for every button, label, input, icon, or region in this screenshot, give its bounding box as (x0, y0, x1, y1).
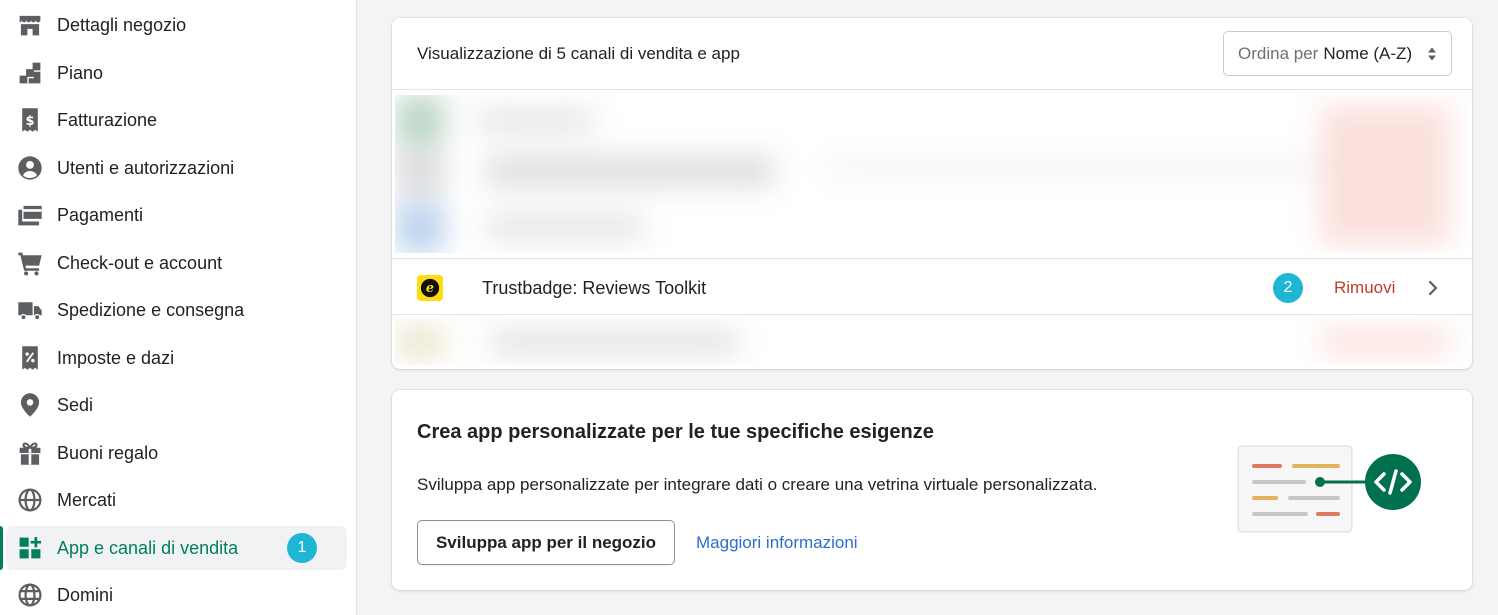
payments-icon (16, 201, 44, 229)
sidebar-item-shipping[interactable]: Spedizione e consegna (6, 288, 347, 332)
develop-apps-button[interactable]: Sviluppa app per il negozio (417, 520, 675, 565)
card-description: Sviluppa app personalizzate per integrar… (417, 475, 1098, 494)
sidebar-item-plan[interactable]: Piano (6, 51, 347, 95)
custom-apps-card: Crea app personalizzate per le tue speci… (392, 390, 1472, 590)
sidebar-item-label: Domini (57, 584, 114, 605)
sidebar-item-label: Piano (57, 62, 104, 83)
sidebar-item-store-details[interactable]: Dettagli negozio (6, 3, 347, 47)
chevron-right-icon[interactable] (1426, 279, 1440, 297)
settings-sidebar: Dettagli negozio Piano $ Fatturazione Ut… (0, 0, 357, 615)
cart-icon (16, 249, 44, 277)
sidebar-item-label: Spedizione e consegna (57, 299, 245, 320)
code-illustration-icon (1237, 445, 1421, 533)
sidebar-item-checkout[interactable]: Check-out e account (6, 241, 347, 285)
remove-app-link[interactable]: Rimuovi (1334, 278, 1395, 298)
plan-icon (16, 59, 44, 87)
learn-more-link[interactable]: Maggiori informazioni (696, 533, 858, 553)
app-name: Trustbadge: Reviews Toolkit (482, 278, 707, 298)
annotation-badge: 1 (287, 533, 317, 563)
user-icon (16, 154, 44, 182)
location-icon (16, 391, 44, 419)
svg-text:e: e (426, 281, 434, 296)
sort-value: Nome (A-Z) (1323, 43, 1413, 63)
sidebar-item-payments[interactable]: Pagamenti (6, 193, 347, 237)
sidebar-item-gift-cards[interactable]: Buoni regalo (6, 431, 347, 475)
annotation-badge: 2 (1273, 273, 1303, 303)
billing-icon: $ (16, 106, 44, 134)
sidebar-item-label: Sedi (57, 394, 94, 415)
sidebar-item-label: Imposte e dazi (57, 347, 175, 368)
sidebar-item-apps[interactable]: App e canali di vendita 1 (0, 526, 347, 570)
apps-icon (16, 534, 44, 562)
sidebar-item-label: Pagamenti (57, 204, 144, 225)
store-icon (16, 11, 44, 39)
card-header: Visualizzazione di 5 canali di vendita e… (392, 18, 1472, 90)
sidebar-item-label: App e canali di vendita (57, 537, 239, 558)
sales-channels-card: Visualizzazione di 5 canali di vendita e… (392, 18, 1472, 369)
gift-icon (16, 439, 44, 467)
sidebar-item-label: Buoni regalo (57, 442, 159, 463)
sidebar-item-label: Utenti e autorizzazioni (57, 157, 235, 178)
sidebar-item-label: Mercati (57, 489, 117, 510)
globe-icon (16, 486, 44, 514)
sidebar-item-billing[interactable]: $ Fatturazione (6, 98, 347, 142)
trustbadge-logo-icon: e (417, 275, 443, 301)
blurred-app-row (395, 319, 1469, 365)
sort-label: Ordina per (1238, 43, 1319, 63)
sidebar-item-domains[interactable]: Domini (6, 573, 347, 615)
svg-text:$: $ (25, 114, 34, 129)
sidebar-item-label: Dettagli negozio (57, 14, 187, 35)
select-arrows-icon (1428, 47, 1436, 61)
sidebar-item-taxes[interactable]: Imposte e dazi (6, 336, 347, 380)
sidebar-item-label: Check-out e account (57, 252, 223, 273)
sort-select[interactable]: Ordina per Nome (A-Z) (1223, 31, 1452, 76)
sidebar-item-locations[interactable]: Sedi (6, 383, 347, 427)
sidebar-item-users[interactable]: Utenti e autorizzazioni (6, 146, 347, 190)
domains-icon (16, 581, 44, 609)
sidebar-item-label: Fatturazione (57, 109, 158, 130)
tax-icon (16, 344, 44, 372)
app-row-trustbadge[interactable]: e Trustbadge: Reviews Toolkit 2 Rimuovi (392, 258, 1472, 315)
channels-count-text: Visualizzazione di 5 canali di vendita e… (417, 44, 740, 63)
sidebar-item-markets[interactable]: Mercati (6, 478, 347, 522)
truck-icon (16, 296, 44, 324)
blurred-app-rows (395, 95, 1469, 253)
card-title: Crea app personalizzate per le tue speci… (417, 421, 934, 443)
